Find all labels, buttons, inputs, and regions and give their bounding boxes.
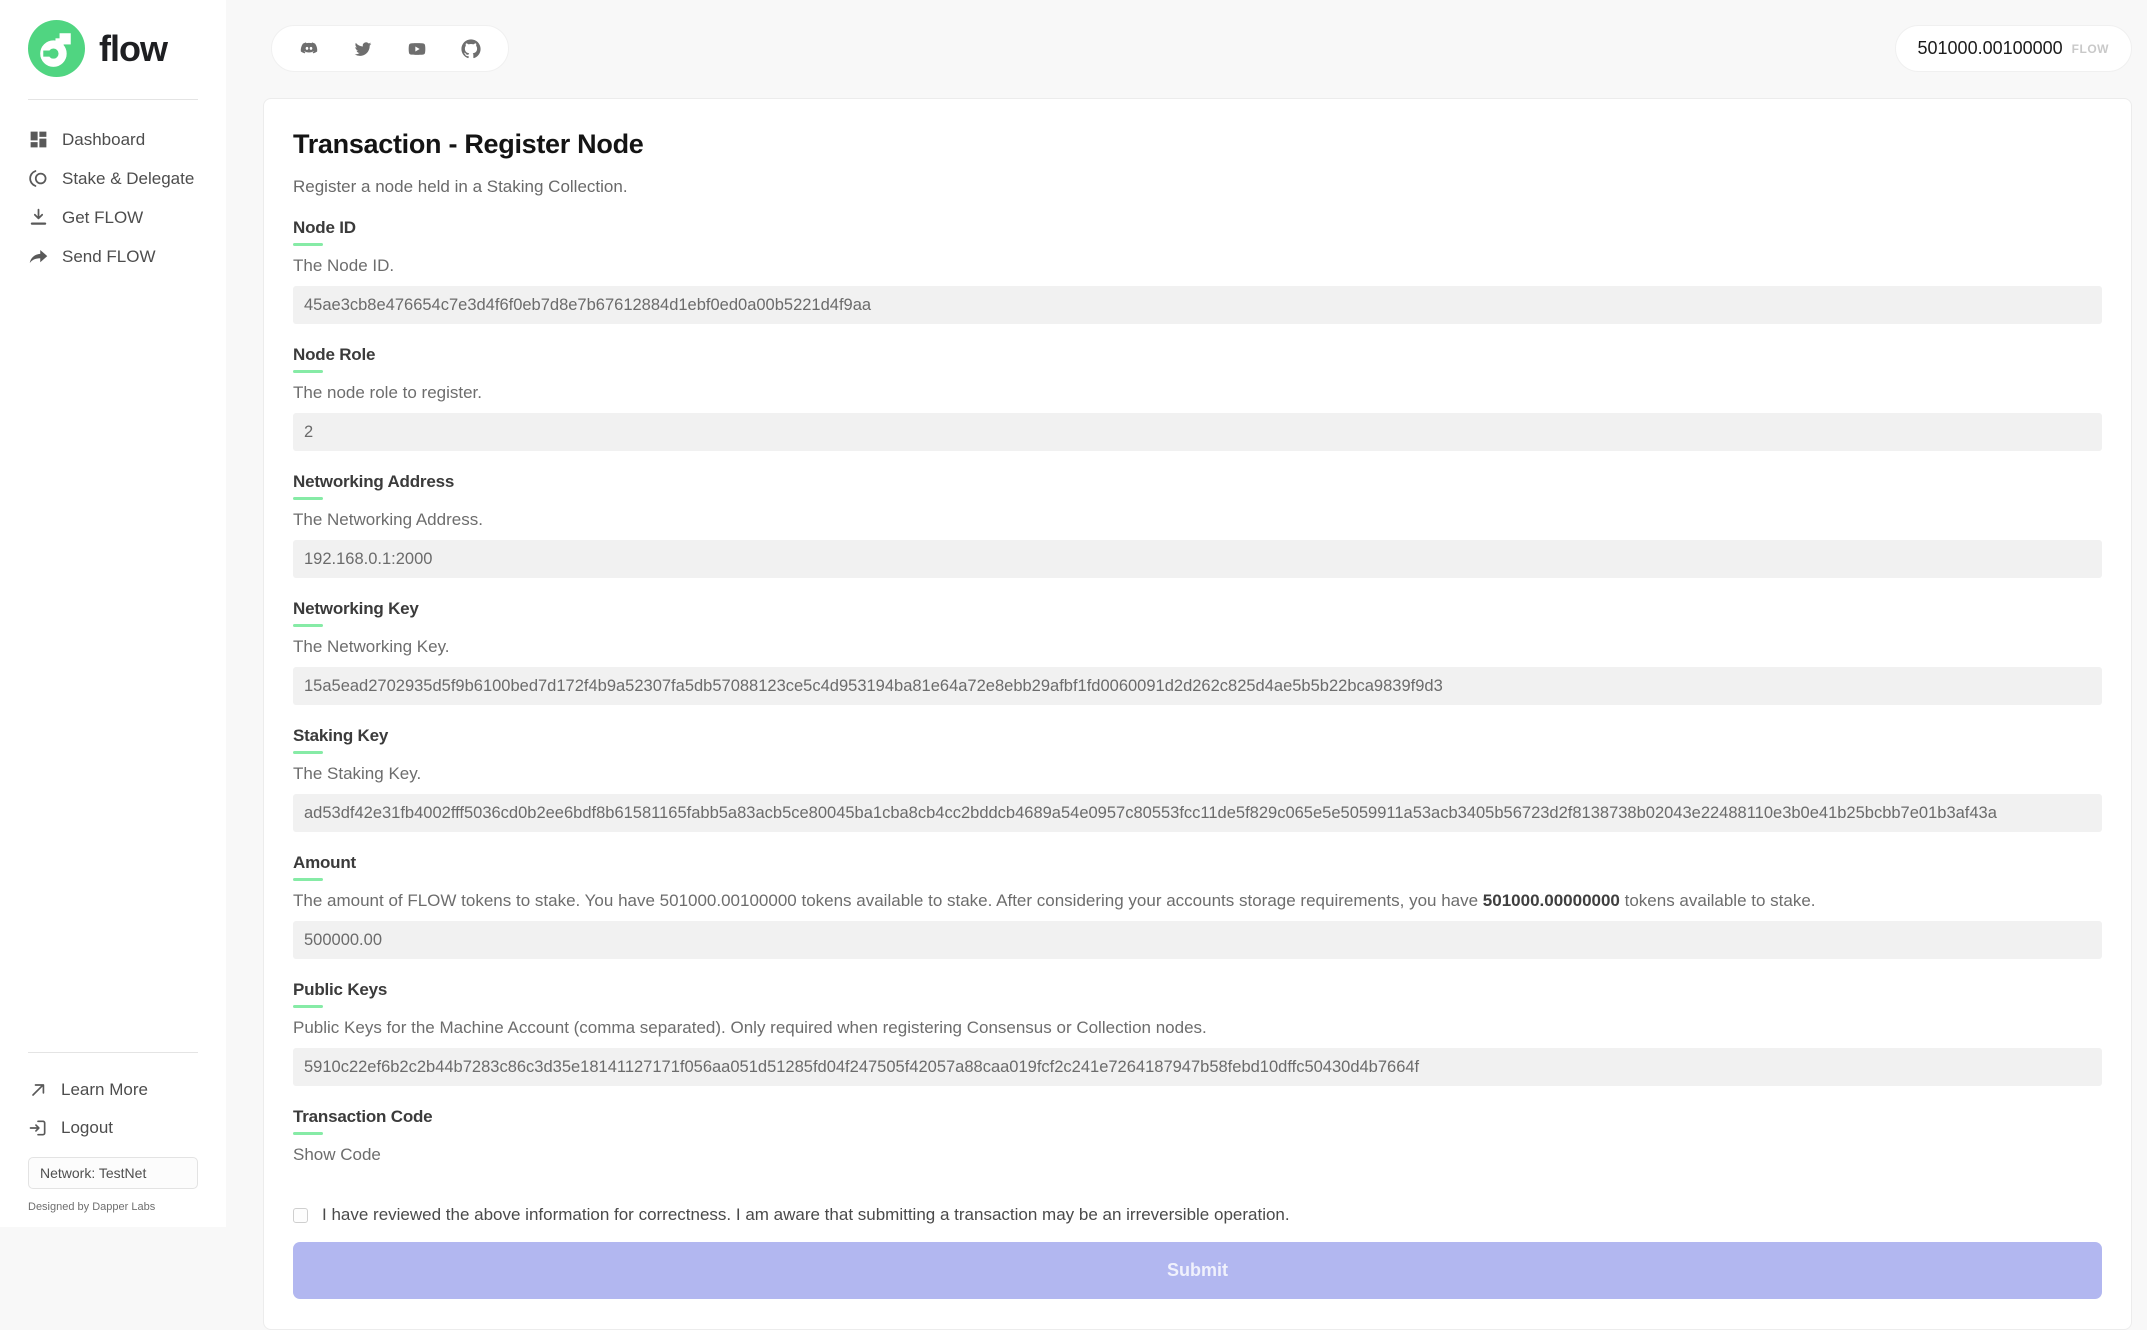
- confirmation-text: I have reviewed the above information fo…: [322, 1205, 1290, 1225]
- label-underline: [293, 1005, 323, 1008]
- sidebar-divider-bottom: [28, 1052, 198, 1053]
- field-label: Staking Key: [293, 726, 2102, 746]
- field-transaction-code: Transaction Code Show Code: [293, 1107, 2102, 1165]
- confirmation-row: I have reviewed the above information fo…: [293, 1205, 2102, 1225]
- field-label: Amount: [293, 853, 2102, 873]
- flow-logo-text: flow: [99, 28, 167, 70]
- sidebar-item-get-flow[interactable]: Get FLOW: [0, 198, 226, 237]
- node-id-input[interactable]: [293, 286, 2102, 324]
- network-label: Network: TestNet: [40, 1165, 146, 1181]
- label-underline: [293, 497, 323, 500]
- twitter-icon: [353, 39, 373, 59]
- social-links-pill: [271, 25, 509, 72]
- discord-icon: [299, 39, 319, 59]
- balance-amount: 501000.00100000: [1918, 38, 2063, 59]
- label-underline: [293, 624, 323, 627]
- flow-logo-icon: [28, 20, 85, 77]
- label-underline: [293, 878, 323, 881]
- transaction-card: Transaction - Register Node Register a n…: [263, 98, 2132, 1330]
- logout-icon: [28, 1118, 48, 1138]
- github-icon: [461, 39, 481, 59]
- dashboard-icon: [28, 129, 49, 150]
- field-public-keys: Public Keys Public Keys for the Machine …: [293, 980, 2102, 1086]
- sidebar-item-label: Dashboard: [62, 130, 145, 150]
- show-code-link[interactable]: Show Code: [293, 1145, 381, 1165]
- amount-available-bold: 501000.00000000: [1483, 891, 1620, 910]
- topbar: 501000.00100000 FLOW: [263, 25, 2132, 72]
- sidebar-item-send-flow[interactable]: Send FLOW: [0, 237, 226, 276]
- submit-button[interactable]: Submit: [293, 1242, 2102, 1299]
- field-label: Node Role: [293, 345, 2102, 365]
- balance-pill: 501000.00100000 FLOW: [1895, 25, 2132, 72]
- designed-by-credit: Designed by Dapper Labs: [28, 1201, 226, 1213]
- page-subtitle: Register a node held in a Staking Collec…: [293, 177, 2102, 197]
- field-description: The Node ID.: [293, 256, 2102, 276]
- learn-more-label: Learn More: [61, 1080, 148, 1100]
- github-link[interactable]: [461, 39, 481, 59]
- field-description: The Networking Address.: [293, 510, 2102, 530]
- sidebar-item-label: Get FLOW: [62, 208, 143, 228]
- label-underline: [293, 243, 323, 246]
- network-badge: Network: TestNet: [28, 1157, 198, 1189]
- stake-icon: [28, 168, 49, 189]
- label-underline: [293, 370, 323, 373]
- field-label: Networking Key: [293, 599, 2102, 619]
- flow-logo[interactable]: flow: [28, 20, 226, 77]
- networking-address-input[interactable]: [293, 540, 2102, 578]
- youtube-link[interactable]: [407, 39, 427, 59]
- field-description: The Networking Key.: [293, 637, 2102, 657]
- logout-label: Logout: [61, 1118, 113, 1138]
- field-networking-key: Networking Key The Networking Key.: [293, 599, 2102, 705]
- staking-key-input[interactable]: [293, 794, 2102, 832]
- sidebar: flow Dashboard Stake & Delegate Get FLOW: [0, 0, 226, 1227]
- field-networking-address: Networking Address The Networking Addres…: [293, 472, 2102, 578]
- logout-button[interactable]: Logout: [0, 1109, 226, 1147]
- sidebar-item-label: Send FLOW: [62, 247, 156, 267]
- confirmation-checkbox[interactable]: [293, 1208, 308, 1223]
- sidebar-item-stake-delegate[interactable]: Stake & Delegate: [0, 159, 226, 198]
- label-underline: [293, 1132, 323, 1135]
- sidebar-divider-top: [28, 99, 198, 100]
- twitter-link[interactable]: [353, 39, 373, 59]
- amount-input[interactable]: [293, 921, 2102, 959]
- field-node-role: Node Role The node role to register.: [293, 345, 2102, 451]
- field-label: Networking Address: [293, 472, 2102, 492]
- youtube-icon: [407, 39, 427, 59]
- field-description: Public Keys for the Machine Account (com…: [293, 1018, 2102, 1038]
- field-label: Transaction Code: [293, 1107, 2102, 1127]
- sidebar-footer: Learn More Logout Network: TestNet Desig…: [0, 1030, 226, 1227]
- sidebar-item-label: Stake & Delegate: [62, 169, 194, 189]
- main-area: 501000.00100000 FLOW Transaction - Regis…: [263, 0, 2132, 1330]
- label-underline: [293, 751, 323, 754]
- amount-desc-pre: The amount of FLOW tokens to stake. You …: [293, 891, 1483, 910]
- discord-link[interactable]: [299, 39, 319, 59]
- page-title: Transaction - Register Node: [293, 129, 2102, 160]
- field-amount: Amount The amount of FLOW tokens to stak…: [293, 853, 2102, 959]
- amount-desc-post: tokens available to stake.: [1620, 891, 1816, 910]
- field-label: Node ID: [293, 218, 2102, 238]
- learn-more-link[interactable]: Learn More: [0, 1071, 226, 1109]
- field-label: Public Keys: [293, 980, 2102, 1000]
- field-description: The node role to register.: [293, 383, 2102, 403]
- balance-currency: FLOW: [2072, 42, 2109, 56]
- networking-key-input[interactable]: [293, 667, 2102, 705]
- external-link-icon: [28, 1080, 48, 1100]
- send-icon: [28, 246, 49, 267]
- field-description: The amount of FLOW tokens to stake. You …: [293, 891, 2102, 911]
- sidebar-item-dashboard[interactable]: Dashboard: [0, 120, 226, 159]
- node-role-input[interactable]: [293, 413, 2102, 451]
- sidebar-nav: Dashboard Stake & Delegate Get FLOW Send…: [0, 120, 226, 276]
- field-description: The Staking Key.: [293, 764, 2102, 784]
- download-icon: [28, 207, 49, 228]
- field-node-id: Node ID The Node ID.: [293, 218, 2102, 324]
- field-staking-key: Staking Key The Staking Key.: [293, 726, 2102, 832]
- public-keys-input[interactable]: [293, 1048, 2102, 1086]
